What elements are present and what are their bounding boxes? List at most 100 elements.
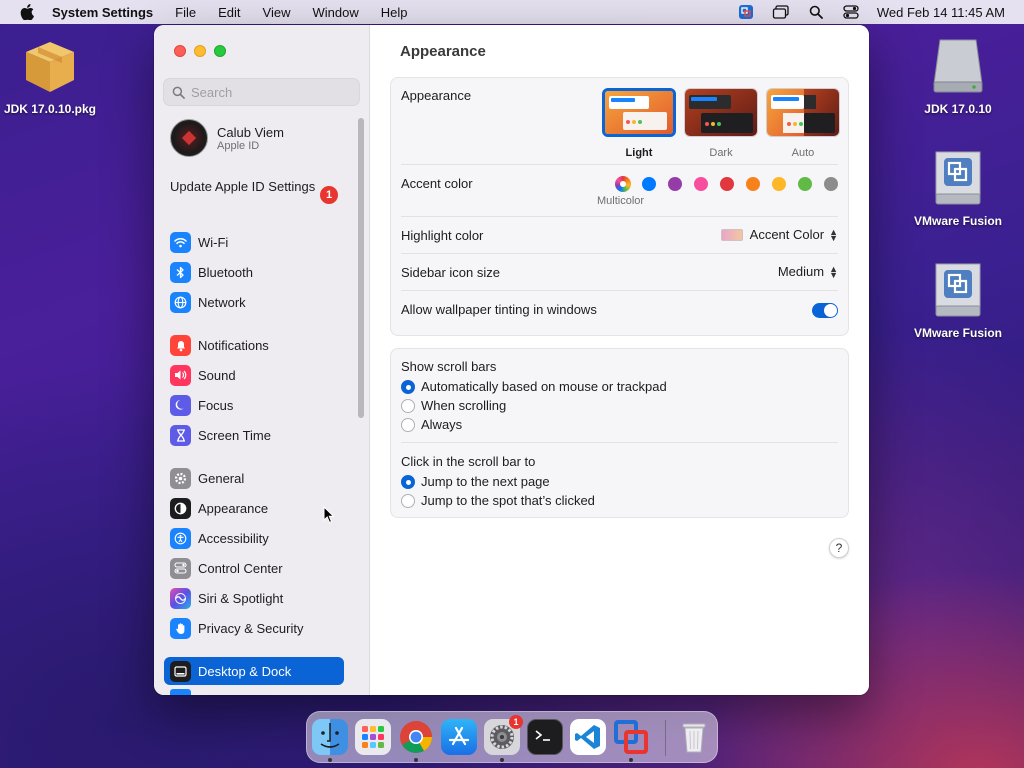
spotlight-search-icon[interactable]: [807, 5, 825, 19]
vmware-status-icon[interactable]: [737, 5, 755, 19]
sidebar-item-desktop-dock[interactable]: Desktop & Dock: [164, 657, 344, 685]
appearance-option-label: Auto: [791, 147, 815, 159]
click-scroll-bar-title: Click in the scroll bar to: [401, 454, 536, 469]
accent-swatch-orange[interactable]: [746, 177, 760, 191]
wifi-icon: [170, 231, 191, 253]
dock-finder[interactable]: [312, 719, 348, 755]
sidebar-item-label: Bluetooth: [198, 264, 253, 280]
next-item-peek-icon: [170, 689, 191, 695]
window-switcher-icon[interactable]: [772, 5, 790, 19]
update-apple-id-item[interactable]: Update Apple ID Settings: [170, 179, 340, 195]
desktop-pkg-item[interactable]: JDK 17.0.10.pkg: [0, 34, 110, 116]
appearance-row: Appearance Light Dark Auto: [401, 78, 840, 165]
globe-icon: [170, 291, 191, 313]
appearance-option-dark[interactable]: Dark: [684, 88, 758, 159]
apple-menu-icon[interactable]: [20, 4, 36, 20]
control-center-icon: [170, 557, 191, 579]
sidebar-icon-size-value: Medium: [777, 264, 825, 279]
scroll-bars-option-always[interactable]: Always: [401, 417, 462, 432]
sidebar-item-label: General: [198, 470, 245, 486]
accent-swatch-multicolor[interactable]: [615, 176, 631, 192]
accent-swatch-red[interactable]: [720, 177, 734, 191]
gear-icon: [170, 467, 191, 489]
show-scroll-bars-title: Show scroll bars: [401, 359, 497, 374]
sidebar-item-general[interactable]: General: [164, 464, 344, 492]
click-scroll-option-next-page[interactable]: Jump to the next page: [401, 474, 550, 489]
sidebar-item-control-center[interactable]: Control Center: [164, 554, 344, 582]
highlight-color-label: Highlight color: [401, 228, 484, 243]
sidebar-item-notifications[interactable]: Notifications: [164, 331, 344, 359]
dock-chrome[interactable]: [398, 719, 434, 755]
dock-terminal[interactable]: [527, 719, 563, 755]
menu-help[interactable]: Help: [381, 5, 408, 20]
sidebar-item-focus[interactable]: Focus: [164, 391, 344, 419]
desktop-vmware-item-1[interactable]: VMware Fusion: [898, 146, 1018, 228]
sidebar-icon-size-label: Sidebar icon size: [401, 265, 500, 280]
accent-swatch-yellow[interactable]: [772, 177, 786, 191]
click-scroll-option-spot[interactable]: Jump to the spot that’s clicked: [401, 493, 595, 508]
accent-swatch-purple[interactable]: [668, 177, 682, 191]
sidebar-item-bluetooth[interactable]: Bluetooth: [164, 258, 344, 286]
desktop-vmware-item-2[interactable]: VMware Fusion: [898, 258, 1018, 340]
wallpaper-tinting-toggle[interactable]: [812, 303, 838, 318]
menu-window[interactable]: Window: [312, 5, 358, 20]
apple-id-profile[interactable]: Calub Viem Apple ID: [170, 119, 284, 157]
sidebar-item-wifi[interactable]: Wi-Fi: [164, 228, 344, 256]
app-store-icon: [448, 726, 470, 746]
sidebar-icon-size-popup[interactable]: Medium ▲ ▼: [778, 264, 838, 279]
menu-edit[interactable]: Edit: [218, 5, 240, 20]
sidebar-item-screen-time[interactable]: Screen Time: [164, 421, 344, 449]
app-name-menu[interactable]: System Settings: [52, 5, 153, 20]
appearance-option-label: Dark: [709, 147, 733, 159]
sidebar-item-network[interactable]: Network: [164, 288, 344, 316]
help-button[interactable]: ?: [829, 538, 849, 558]
sidebar-item-label: Appearance: [198, 500, 269, 516]
package-icon: [18, 34, 82, 98]
sidebar-item-accessibility[interactable]: Accessibility: [164, 524, 344, 552]
menubar-clock[interactable]: Wed Feb 14 11:45 AM: [877, 5, 1005, 20]
highlight-color-value: Accent Color: [749, 227, 825, 242]
accent-swatch-graphite[interactable]: [824, 177, 838, 191]
accent-swatch-pink[interactable]: [694, 177, 708, 191]
hourglass-icon: [170, 424, 191, 446]
dock-vscode[interactable]: [570, 719, 606, 755]
appearance-option-light[interactable]: Light: [602, 88, 676, 159]
highlight-swatch: [720, 228, 743, 241]
appearance-option-auto[interactable]: Auto: [766, 88, 840, 159]
sidebar-scrollbar[interactable]: [358, 118, 364, 418]
vmware-volume-icon: [926, 258, 990, 322]
control-center-icon[interactable]: [842, 5, 860, 19]
menu-view[interactable]: View: [263, 5, 291, 20]
scroll-bars-option-scrolling[interactable]: When scrolling: [401, 398, 506, 413]
search-field[interactable]: Search: [163, 78, 360, 106]
dock-app-store[interactable]: [441, 719, 477, 755]
radio-button: [401, 379, 415, 394]
close-button[interactable]: [174, 45, 186, 57]
sidebar-item-appearance[interactable]: Appearance: [164, 494, 344, 522]
sidebar-item-label: Control Center: [198, 560, 283, 576]
accent-swatch-blue[interactable]: [642, 177, 656, 191]
accent-swatch-green[interactable]: [798, 177, 812, 191]
dock-launchpad[interactable]: [355, 719, 391, 755]
sidebar-item-privacy-security[interactable]: Privacy & Security: [164, 614, 344, 642]
minimize-button[interactable]: [194, 45, 206, 57]
highlight-color-popup[interactable]: Accent Color ▲ ▼: [720, 227, 838, 242]
sidebar-item-sound[interactable]: Sound: [164, 361, 344, 389]
zoom-button[interactable]: [214, 45, 226, 57]
sidebar-item-label: Privacy & Security: [198, 620, 304, 636]
sidebar-item-siri-spotlight[interactable]: Siri & Spotlight: [164, 584, 344, 612]
desktop-disk-item[interactable]: JDK 17.0.10: [898, 34, 1018, 116]
trash-icon: [682, 723, 706, 753]
scroll-bars-option-auto[interactable]: Automatically based on mouse or trackpad: [401, 379, 667, 394]
search-placeholder: Search: [191, 84, 233, 100]
avatar: [170, 119, 208, 157]
moon-icon: [170, 394, 191, 416]
menu-file[interactable]: File: [175, 5, 196, 20]
appearance-label: Appearance: [401, 88, 472, 103]
launchpad-icon: [362, 726, 384, 748]
dock-vmware-fusion[interactable]: [613, 719, 649, 755]
dark-theme-thumbnail: [684, 88, 758, 137]
profile-name: Calub Viem: [217, 124, 284, 140]
dock-trash[interactable]: [676, 719, 712, 755]
sidebar-item-label: Network: [198, 294, 246, 310]
